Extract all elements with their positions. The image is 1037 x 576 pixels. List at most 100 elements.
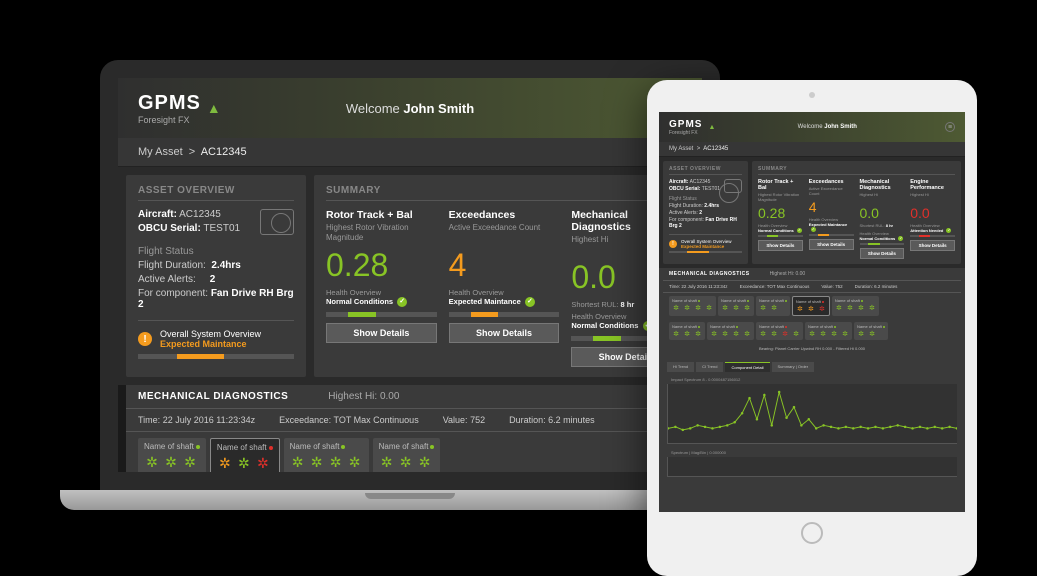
check-icon: ✓ bbox=[898, 236, 903, 241]
spectrum-chart-2[interactable] bbox=[667, 457, 957, 477]
gear-icon: ✲ bbox=[830, 330, 838, 338]
summary-panel: SUMMARY Rotor Track + Bal Highest Rotor … bbox=[752, 161, 961, 264]
welcome-text: Welcome John Smith bbox=[346, 101, 474, 116]
show-details-button[interactable]: Show Details bbox=[910, 240, 955, 251]
welcome-text: Welcome John Smith bbox=[798, 124, 857, 130]
gear-icon: ✲ bbox=[683, 304, 691, 312]
gear-icon: ✲ bbox=[770, 330, 778, 338]
mech-title: MECHANICAL DIAGNOSTICS bbox=[138, 391, 288, 402]
summary-panel: SUMMARY Rotor Track + Bal Highest Rotor … bbox=[314, 175, 694, 377]
gear-icon: ✲ bbox=[255, 455, 271, 471]
breadcrumb: My Asset > AC12345 bbox=[659, 142, 965, 157]
summary-card: Exceedances Active Exceedance Count 4 He… bbox=[809, 179, 854, 259]
metric-value: 0.0 bbox=[910, 205, 955, 221]
shaft-group[interactable]: Name of shaft✲✲✲✲ bbox=[805, 322, 852, 340]
gear-icon: ✲ bbox=[868, 304, 876, 312]
metric-value: 4 bbox=[809, 199, 854, 215]
gear-icon: ✲ bbox=[807, 305, 815, 313]
shaft-group[interactable]: Name of shaft✲✲✲✲ bbox=[669, 296, 716, 316]
chart-title-bottom: Spectrum | Mag/Bin | 0.000000 bbox=[667, 448, 957, 457]
summary-card: Engine Performance Highest Hi 0.0 Health… bbox=[910, 179, 955, 259]
gear-icon: ✲ bbox=[217, 455, 233, 471]
chart-tab[interactable]: Component Detail bbox=[725, 362, 769, 372]
gear-icon: ✲ bbox=[759, 330, 767, 338]
brand-triangle-icon: ▲ bbox=[207, 100, 221, 116]
breadcrumb: My Asset > AC12345 bbox=[118, 138, 702, 167]
gear-icon: ✲ bbox=[417, 454, 433, 470]
gear-icon: ✲ bbox=[732, 304, 740, 312]
warning-icon: ! bbox=[138, 332, 152, 346]
show-details-button[interactable]: Show Details bbox=[809, 239, 854, 250]
gear-icon: ✲ bbox=[694, 304, 702, 312]
menu-icon[interactable]: ≡ bbox=[945, 122, 955, 132]
shaft-group[interactable]: Name of shaft✲✲✲ bbox=[138, 438, 206, 476]
chart-tab[interactable]: Hi Trend bbox=[667, 362, 694, 372]
gear-icon: ✲ bbox=[309, 454, 325, 470]
gear-icon: ✲ bbox=[672, 330, 680, 338]
chart-tab[interactable]: CI Trend bbox=[696, 362, 723, 372]
metric-value: 0.28 bbox=[326, 247, 437, 284]
chart-title-top: Impact Spectrum 8 - 0.0000487156012 bbox=[667, 375, 957, 384]
shaft-group[interactable]: Name of shaft✲✲✲ bbox=[792, 296, 830, 316]
device-home-button[interactable] bbox=[801, 522, 823, 544]
gear-icon: ✲ bbox=[721, 330, 729, 338]
shaft-group[interactable]: Name of shaft✲✲ bbox=[854, 322, 888, 340]
shaft-group[interactable]: Name of shaft✲✲✲✲ bbox=[832, 296, 879, 316]
gear-icon: ✲ bbox=[182, 454, 198, 470]
bearing-label: Bearing: Planet Carrier Upwind RH 0.000 … bbox=[663, 343, 961, 354]
gear-icon: ✲ bbox=[743, 330, 751, 338]
check-icon: ✓ bbox=[397, 297, 407, 307]
shaft-group[interactable]: Name of shaft✲✲✲ bbox=[718, 296, 754, 316]
shaft-group[interactable]: Name of shaft✲✲✲✲ bbox=[756, 322, 803, 340]
brand-triangle-icon: ▲ bbox=[708, 124, 715, 131]
summary-card: Rotor Track + Bal Highest Rotor Vibratio… bbox=[326, 209, 437, 367]
show-details-button[interactable]: Show Details bbox=[326, 323, 437, 343]
gear-icon: ✲ bbox=[857, 330, 865, 338]
mechanical-diagnostics-panel: MECHANICAL DIAGNOSTICS Highest Hi: 0.00 … bbox=[663, 268, 961, 354]
gear-icon: ✲ bbox=[694, 330, 702, 338]
brand-sub: Foresight FX bbox=[138, 115, 201, 125]
gear-icon: ✲ bbox=[792, 330, 800, 338]
gear-icon: ✲ bbox=[347, 454, 363, 470]
show-details-button[interactable]: Show Details bbox=[758, 240, 803, 251]
gear-icon: ✲ bbox=[818, 305, 826, 313]
check-icon: ✓ bbox=[811, 227, 816, 232]
gear-icon: ✲ bbox=[163, 454, 179, 470]
chart-tab[interactable]: Summary | Order bbox=[772, 362, 815, 372]
brand-name: GPMS bbox=[138, 92, 201, 115]
mechanical-diagnostics-panel: MECHANICAL DIAGNOSTICS Highest Hi: 0.00 … bbox=[126, 385, 694, 482]
asset-overview-panel: ASSET OVERVIEW Aircraft: AC12345 OBCU Se… bbox=[663, 161, 748, 264]
shaft-group[interactable]: Name of shaft✲✲✲ bbox=[669, 322, 705, 340]
spectrum-chart[interactable] bbox=[667, 384, 957, 444]
show-details-button[interactable]: Show Details bbox=[860, 248, 905, 259]
gear-icon: ✲ bbox=[672, 304, 680, 312]
crumb-root[interactable]: My Asset bbox=[138, 146, 183, 158]
aircraft-engine-icon bbox=[724, 179, 742, 193]
device-camera bbox=[809, 92, 815, 98]
check-icon: ✓ bbox=[525, 297, 535, 307]
check-icon: ✓ bbox=[946, 228, 951, 233]
overview-title: ASSET OVERVIEW bbox=[138, 185, 294, 201]
app-header: GPMS Foresight FX ▲ Welcome John Smith ≡ bbox=[659, 112, 965, 142]
aircraft-engine-icon bbox=[260, 209, 294, 235]
shaft-group[interactable]: Name of shaft✲✲✲✲ bbox=[707, 322, 754, 340]
gear-icon: ✲ bbox=[144, 454, 160, 470]
shaft-group[interactable]: Name of shaft✲✲✲ bbox=[373, 438, 441, 476]
check-icon: ✓ bbox=[797, 228, 802, 233]
shaft-group[interactable]: Name of shaft✲✲✲ bbox=[210, 438, 280, 476]
gear-icon: ✲ bbox=[379, 454, 395, 470]
gear-icon: ✲ bbox=[796, 305, 804, 313]
gear-icon: ✲ bbox=[683, 330, 691, 338]
gear-icon: ✲ bbox=[770, 304, 778, 312]
shaft-group[interactable]: Name of shaft✲✲ bbox=[756, 296, 790, 316]
summary-title: SUMMARY bbox=[326, 185, 682, 201]
show-details-button[interactable]: Show Details bbox=[449, 323, 560, 343]
gear-icon: ✲ bbox=[868, 330, 876, 338]
gear-icon: ✲ bbox=[808, 330, 816, 338]
gear-icon: ✲ bbox=[857, 304, 865, 312]
overview-progress-bar bbox=[138, 354, 294, 359]
shaft-group[interactable]: Name of shaft✲✲✲✲ bbox=[284, 438, 369, 476]
gear-icon: ✲ bbox=[841, 330, 849, 338]
metric-value: 0.28 bbox=[758, 205, 803, 221]
gear-icon: ✲ bbox=[835, 304, 843, 312]
